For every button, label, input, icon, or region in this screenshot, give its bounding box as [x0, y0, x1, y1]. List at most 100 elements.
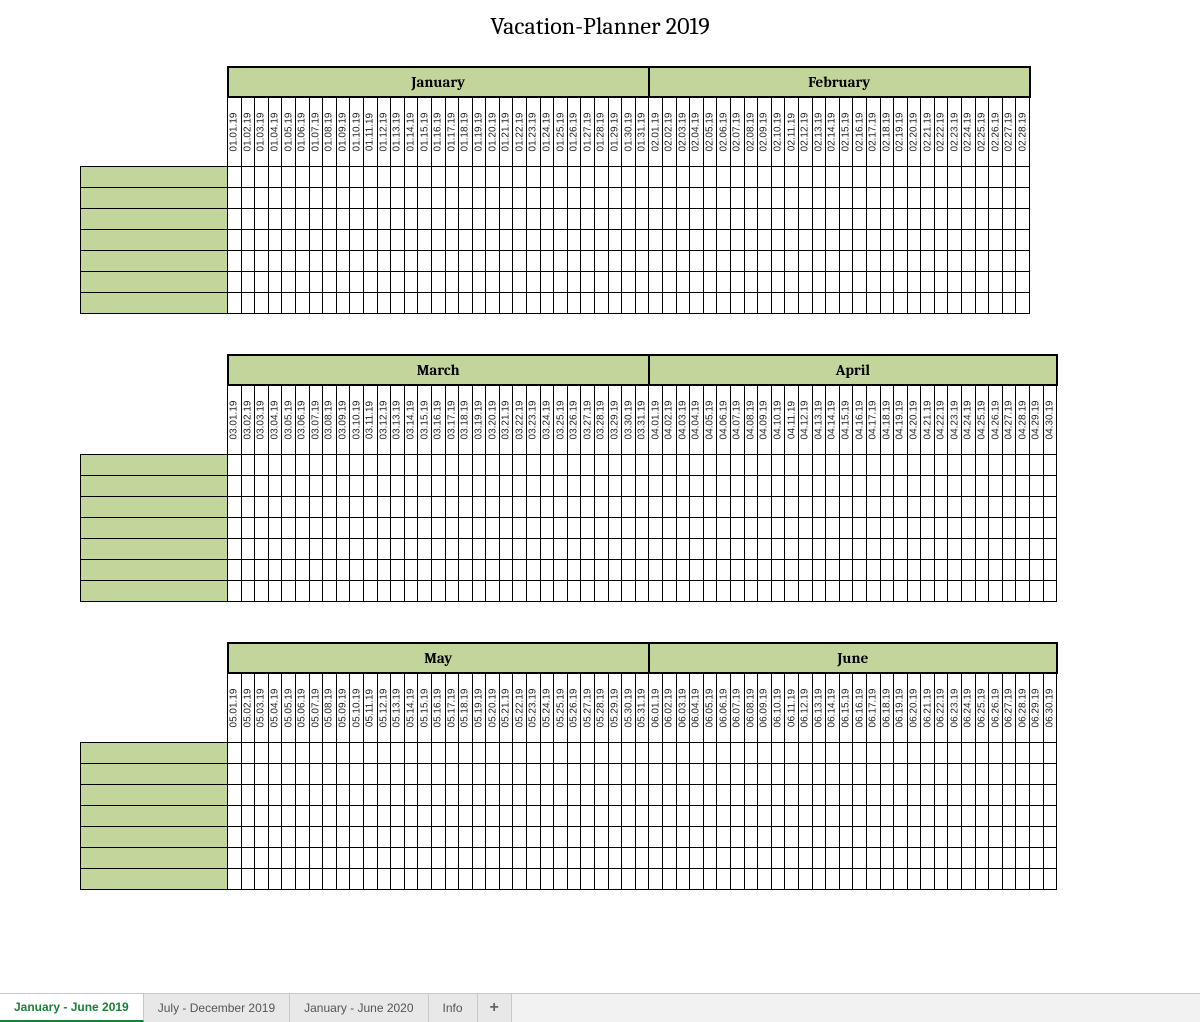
- day-cell[interactable]: [445, 476, 459, 497]
- day-cell[interactable]: [268, 251, 282, 272]
- day-cell[interactable]: [527, 230, 541, 251]
- day-cell[interactable]: [295, 827, 309, 848]
- day-cell[interactable]: [676, 272, 690, 293]
- day-cell[interactable]: [295, 869, 309, 890]
- day-cell[interactable]: [608, 455, 622, 476]
- day-cell[interactable]: [486, 188, 500, 209]
- day-cell[interactable]: [404, 167, 418, 188]
- day-cell[interactable]: [350, 188, 364, 209]
- day-cell[interactable]: [309, 251, 323, 272]
- day-cell[interactable]: [894, 188, 908, 209]
- day-cell[interactable]: [472, 848, 486, 869]
- day-cell[interactable]: [418, 785, 432, 806]
- day-cell[interactable]: [282, 272, 296, 293]
- day-cell[interactable]: [459, 209, 473, 230]
- day-cell[interactable]: [812, 785, 826, 806]
- day-cell[interactable]: [445, 827, 459, 848]
- day-cell[interactable]: [363, 827, 377, 848]
- day-cell[interactable]: [418, 272, 432, 293]
- day-cell[interactable]: [241, 848, 255, 869]
- day-cell[interactable]: [295, 743, 309, 764]
- day-cell[interactable]: [363, 581, 377, 602]
- day-cell[interactable]: [472, 518, 486, 539]
- sheet-tab[interactable]: Info: [429, 994, 478, 1022]
- day-cell[interactable]: [989, 743, 1003, 764]
- day-cell[interactable]: [798, 455, 812, 476]
- day-cell[interactable]: [336, 764, 350, 785]
- day-cell[interactable]: [812, 167, 826, 188]
- day-cell[interactable]: [962, 518, 976, 539]
- day-cell[interactable]: [921, 785, 935, 806]
- day-cell[interactable]: [268, 869, 282, 890]
- day-cell[interactable]: [839, 455, 853, 476]
- day-cell[interactable]: [826, 806, 840, 827]
- day-cell[interactable]: [934, 188, 948, 209]
- day-cell[interactable]: [826, 476, 840, 497]
- day-cell[interactable]: [690, 827, 704, 848]
- day-cell[interactable]: [1002, 581, 1016, 602]
- day-cell[interactable]: [962, 251, 976, 272]
- day-cell[interactable]: [581, 785, 595, 806]
- day-cell[interactable]: [295, 785, 309, 806]
- day-cell[interactable]: [826, 539, 840, 560]
- day-cell[interactable]: [921, 848, 935, 869]
- day-cell[interactable]: [336, 848, 350, 869]
- day-cell[interactable]: [934, 251, 948, 272]
- day-cell[interactable]: [690, 806, 704, 827]
- day-cell[interactable]: [1002, 497, 1016, 518]
- day-cell[interactable]: [1030, 848, 1044, 869]
- day-cell[interactable]: [445, 560, 459, 581]
- day-cell[interactable]: [241, 743, 255, 764]
- day-cell[interactable]: [866, 743, 880, 764]
- day-cell[interactable]: [486, 764, 500, 785]
- day-cell[interactable]: [486, 869, 500, 890]
- day-cell[interactable]: [391, 476, 405, 497]
- day-cell[interactable]: [255, 827, 269, 848]
- day-cell[interactable]: [880, 497, 894, 518]
- day-cell[interactable]: [649, 785, 663, 806]
- day-cell[interactable]: [717, 209, 731, 230]
- day-cell[interactable]: [989, 827, 1003, 848]
- day-cell[interactable]: [608, 476, 622, 497]
- day-cell[interactable]: [853, 827, 867, 848]
- day-cell[interactable]: [798, 869, 812, 890]
- day-cell[interactable]: [391, 785, 405, 806]
- day-cell[interactable]: [363, 251, 377, 272]
- day-cell[interactable]: [418, 560, 432, 581]
- day-cell[interactable]: [663, 476, 677, 497]
- day-cell[interactable]: [1043, 560, 1057, 581]
- day-cell[interactable]: [649, 455, 663, 476]
- day-cell[interactable]: [703, 188, 717, 209]
- day-cell[interactable]: [649, 272, 663, 293]
- day-cell[interactable]: [826, 455, 840, 476]
- day-cell[interactable]: [1030, 476, 1044, 497]
- day-cell[interactable]: [554, 806, 568, 827]
- day-cell[interactable]: [1002, 209, 1016, 230]
- day-cell[interactable]: [717, 497, 731, 518]
- day-cell[interactable]: [228, 869, 242, 890]
- day-cell[interactable]: [907, 869, 921, 890]
- day-cell[interactable]: [595, 455, 609, 476]
- day-cell[interactable]: [771, 848, 785, 869]
- day-cell[interactable]: [567, 518, 581, 539]
- day-cell[interactable]: [1016, 230, 1030, 251]
- day-cell[interactable]: [744, 743, 758, 764]
- day-cell[interactable]: [989, 518, 1003, 539]
- day-cell[interactable]: [975, 848, 989, 869]
- day-cell[interactable]: [499, 293, 513, 314]
- day-cell[interactable]: [241, 827, 255, 848]
- day-cell[interactable]: [350, 272, 364, 293]
- day-cell[interactable]: [472, 167, 486, 188]
- day-cell[interactable]: [785, 743, 799, 764]
- day-cell[interactable]: [350, 209, 364, 230]
- day-cell[interactable]: [676, 188, 690, 209]
- day-cell[interactable]: [1016, 497, 1030, 518]
- day-cell[interactable]: [934, 806, 948, 827]
- day-cell[interactable]: [581, 560, 595, 581]
- day-cell[interactable]: [459, 476, 473, 497]
- day-cell[interactable]: [295, 455, 309, 476]
- day-cell[interactable]: [567, 167, 581, 188]
- day-cell[interactable]: [581, 848, 595, 869]
- day-cell[interactable]: [431, 251, 445, 272]
- day-cell[interactable]: [948, 251, 962, 272]
